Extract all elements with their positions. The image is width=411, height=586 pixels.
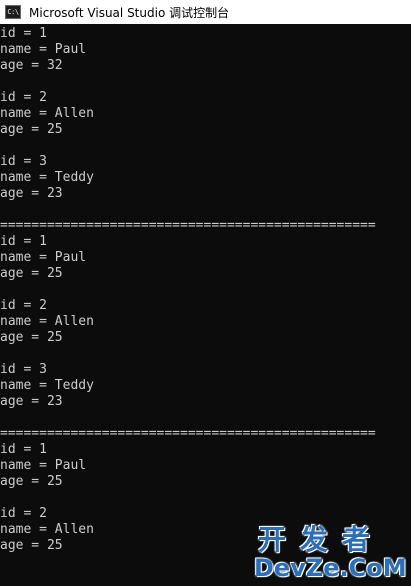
console-line: age = 23 (0, 394, 63, 409)
console-line: name = Teddy (0, 170, 94, 185)
console-line: age = 25 (0, 122, 63, 137)
console-line: name = Paul (0, 42, 87, 57)
console-line: ========================================… (0, 426, 376, 441)
site-watermark: 开发者 DevZe.CoM (252, 516, 411, 586)
console-line: id = 3 (0, 154, 47, 169)
console-output[interactable]: id = 1 name = Paul age = 32 id = 2 name = Al… (0, 26, 411, 586)
console-line: id = 2 (0, 298, 47, 313)
console-line: name = Allen (0, 314, 94, 329)
console-line: id = 2 (0, 90, 47, 105)
console-window: C:\ Microsoft Visual Studio 调试控制台 id = 1… (0, 0, 411, 586)
console-line: age = 25 (0, 266, 63, 281)
console-line: age = 25 (0, 474, 63, 489)
console-line: id = 1 (0, 26, 47, 41)
console-line: age = 25 (0, 330, 63, 345)
console-line: id = 1 (0, 234, 47, 249)
console-line: id = 3 (0, 362, 47, 377)
window-title: Microsoft Visual Studio 调试控制台 (29, 5, 230, 20)
watermark-english-text: DevZe.CoM (254, 554, 407, 582)
console-line: name = Paul (0, 458, 87, 473)
console-line: name = Paul (0, 250, 87, 265)
console-line: age = 23 (0, 186, 63, 201)
console-line: name = Allen (0, 106, 94, 121)
title-bar[interactable]: C:\ Microsoft Visual Studio 调试控制台 (0, 0, 411, 24)
watermark-chinese-text: 开发者 (258, 523, 385, 556)
console-line: age = 32 (0, 58, 63, 73)
console-line: name = Teddy (0, 378, 94, 393)
console-line: id = 1 (0, 442, 47, 457)
console-line: ========================================… (0, 218, 376, 233)
console-app-icon: C:\ (5, 5, 21, 19)
